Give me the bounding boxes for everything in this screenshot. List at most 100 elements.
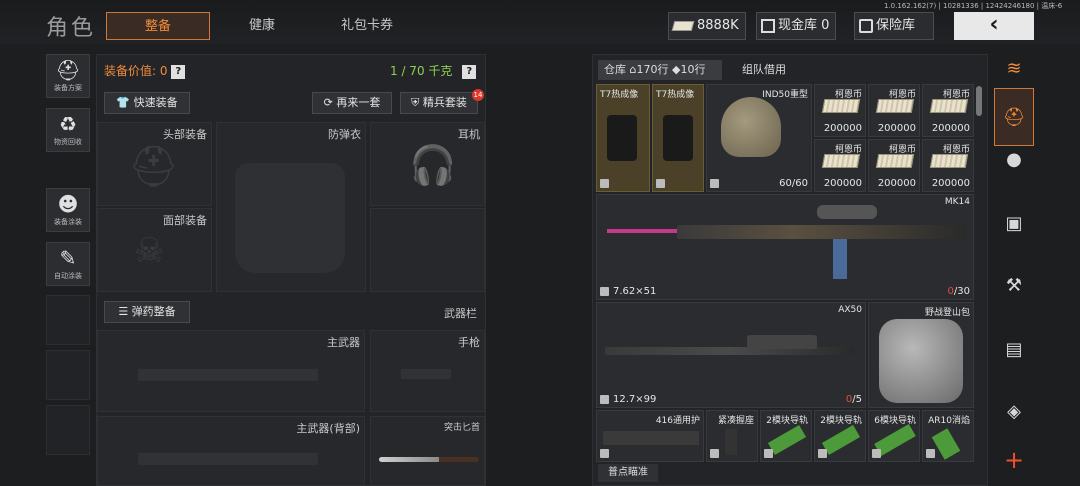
- layers-icon[interactable]: ≋: [994, 54, 1034, 84]
- armor-filter-button[interactable]: ⛑: [994, 88, 1034, 146]
- item-ax50[interactable]: AX50 12.7×99 0/5: [596, 302, 866, 408]
- ammo-prep-label: 弹药整备: [131, 305, 176, 318]
- back-button[interactable]: ‹: [954, 12, 1034, 40]
- item-attachment[interactable]: 416通用护: [596, 410, 704, 462]
- item-attachment[interactable]: 2模块导轨: [760, 410, 812, 462]
- page-title: 角色: [46, 16, 97, 41]
- earphone-slot[interactable]: 耳机 🎧: [370, 122, 485, 206]
- extra-slot[interactable]: [370, 208, 485, 292]
- banknote-icon: [929, 99, 969, 113]
- item-attachment[interactable]: AR10消焰: [922, 410, 974, 462]
- primary-back-label: 主武器(背部): [296, 422, 360, 435]
- shield-icon: ⛨: [411, 96, 420, 109]
- again-button[interactable]: ⟳ 再来一套: [312, 92, 392, 114]
- rows-used: 10行: [680, 63, 706, 76]
- box-icon: [926, 449, 935, 458]
- version-text: 1.0.162.162(7) | 10281336 | 12424246180 …: [884, 2, 1063, 10]
- quick-equip-button[interactable]: 👕 快速装备: [104, 92, 190, 114]
- item-name: T7热成像: [656, 90, 695, 100]
- ammo-icon: ☰: [118, 305, 129, 318]
- item-attachment[interactable]: 2模块导轨: [814, 410, 866, 462]
- scrollbar-thumb[interactable]: [976, 86, 982, 116]
- item-attachment[interactable]: 6模块导轨: [868, 410, 920, 462]
- plus-icon: +: [1003, 446, 1025, 474]
- item-name: 紧凑握座: [717, 416, 754, 426]
- item-thermal-scope[interactable]: T7热成像: [596, 84, 650, 192]
- box-icon: [600, 287, 609, 296]
- item-coin[interactable]: 柯恩币 200000: [922, 84, 974, 137]
- amount: 200000: [931, 123, 970, 134]
- item-name: 416通用护: [655, 416, 700, 426]
- tab-equip[interactable]: 整备: [106, 12, 210, 40]
- item-attachment[interactable]: 紧凑握座: [706, 410, 758, 462]
- head-slot[interactable]: 头部装备 ⛑: [97, 122, 212, 206]
- help-icon[interactable]: ?: [171, 64, 186, 79]
- item-backpack[interactable]: 野战登山包: [868, 302, 974, 408]
- box-icon: [818, 449, 827, 458]
- item-name: IND50重型: [762, 90, 808, 100]
- durability: 60/60: [779, 178, 808, 189]
- face-slot[interactable]: 面部装备 ☠: [97, 208, 212, 292]
- primary-weapon-slot[interactable]: 主武器: [97, 330, 365, 412]
- caliber: 12.7×99: [613, 394, 657, 405]
- item-name: AR10消焰: [928, 416, 970, 426]
- team-borrow-tab[interactable]: 组队借用: [742, 60, 802, 80]
- again-label: 再来一套: [336, 96, 381, 109]
- item-coin[interactable]: 柯恩币 200000: [814, 84, 866, 137]
- helmet-icon: ⛑: [128, 144, 179, 190]
- wrench-icon: ⚒: [1005, 275, 1023, 296]
- banknote-icon: [671, 20, 695, 31]
- amount: 200000: [823, 123, 862, 134]
- item-name: MK14: [944, 197, 970, 207]
- help-icon[interactable]: ?: [462, 64, 477, 79]
- quick-equip-label: 快速装备: [133, 96, 178, 109]
- notification-badge: 14: [472, 89, 484, 101]
- recycle-button[interactable]: ♻ 物资回收: [46, 108, 90, 152]
- add-button[interactable]: +: [994, 440, 1034, 480]
- elite-kit-button[interactable]: ⛨ 精兵套装: [400, 92, 478, 114]
- item-coin[interactable]: 柯恩币 200000: [868, 84, 920, 137]
- item-coin[interactable]: 柯恩币 200000: [922, 139, 974, 192]
- rail-icon: [767, 424, 807, 456]
- primary-back-slot[interactable]: 主武器(背部): [97, 416, 365, 486]
- ammo-filter-button[interactable]: ▤: [994, 330, 1034, 370]
- grenade-filter-button[interactable]: ●: [994, 140, 1034, 180]
- rifle-icon: [677, 225, 967, 239]
- vault-icon: [761, 18, 775, 33]
- cash-vault-label: 现金库 0: [778, 18, 830, 33]
- thermal-scope-icon: [607, 115, 637, 161]
- medkit-filter-button[interactable]: ▣: [994, 204, 1034, 244]
- knife-slot[interactable]: 突击匕首: [370, 416, 485, 486]
- item-coin[interactable]: 柯恩币 200000: [814, 139, 866, 192]
- paint-label: 装备涂装: [54, 218, 82, 226]
- box-icon: [764, 449, 773, 458]
- head-slot-label: 头部装备: [163, 128, 207, 141]
- tool-filter-button[interactable]: ⚒: [994, 266, 1034, 306]
- warehouse-tab[interactable]: 仓库 ⌂170行 ◆10行: [598, 60, 722, 80]
- ammo-prep-button[interactable]: ☰ 弹药整备: [104, 301, 190, 323]
- loadout-plan-label: 装备方案: [54, 84, 82, 92]
- box-icon: [710, 449, 719, 458]
- paint-button[interactable]: ☻ 装备涂装: [46, 188, 90, 232]
- banknote-icon: [875, 99, 915, 113]
- pistol-slot[interactable]: 手枪: [370, 330, 485, 412]
- gas-mask-icon: ☠: [134, 231, 165, 271]
- currency-display[interactable]: 8888K: [668, 12, 746, 40]
- gear-helmet-icon: ⛑: [55, 58, 81, 82]
- vest-icon: [235, 163, 345, 273]
- item-helmet[interactable]: IND50重型 60/60: [706, 84, 812, 192]
- tab-health[interactable]: 健康: [222, 12, 302, 40]
- safe-button[interactable]: 保险库: [854, 12, 934, 40]
- package-filter-button[interactable]: ◈: [994, 392, 1034, 432]
- sniper-rifle-icon: [605, 347, 855, 355]
- tab-gift-cards[interactable]: 礼包卡券: [322, 12, 412, 40]
- auto-paint-button[interactable]: ✎ 自动涂装: [46, 242, 90, 286]
- item-coin[interactable]: 柯恩币 200000: [868, 139, 920, 192]
- cash-vault-button[interactable]: 现金库 0: [756, 12, 836, 40]
- item-thermal-scope[interactable]: T7热成像: [652, 84, 704, 192]
- rail-icon: [821, 424, 861, 456]
- loadout-plan-button[interactable]: ⛑ 装备方案: [46, 54, 90, 98]
- item-mk14[interactable]: MK14 7.62×51 0/30: [596, 194, 974, 300]
- ammo-max: /30: [953, 286, 970, 297]
- vest-slot[interactable]: 防弹衣: [216, 122, 366, 292]
